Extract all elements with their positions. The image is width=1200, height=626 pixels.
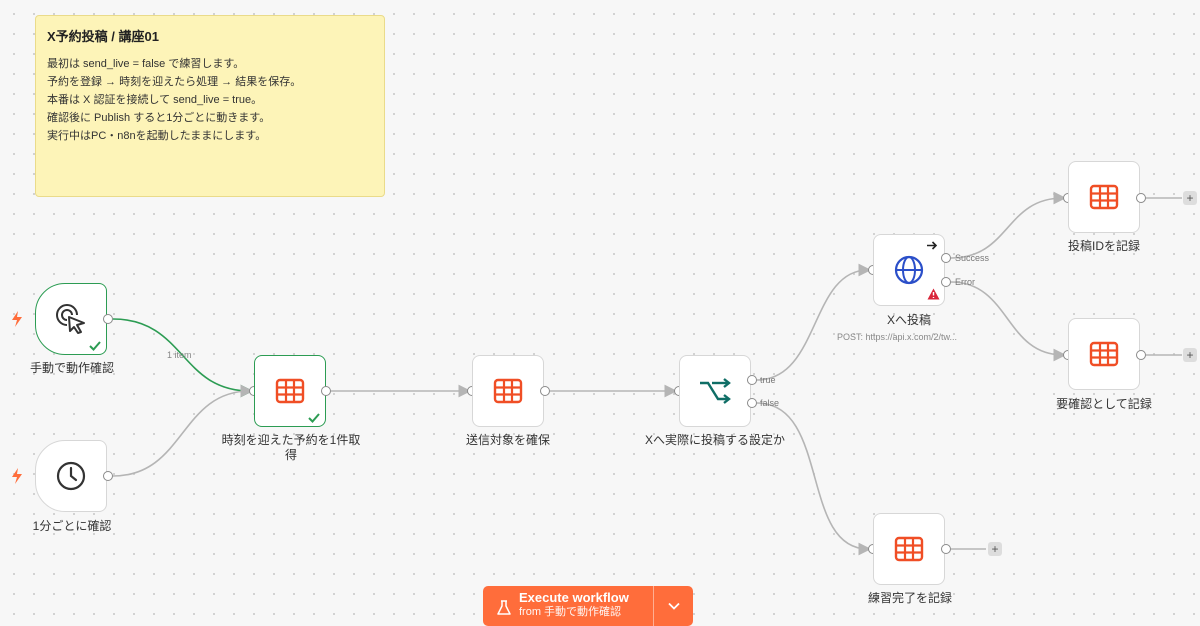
node-label: Xへ投稿	[886, 313, 931, 327]
add-node-button[interactable]: +	[988, 542, 1002, 556]
output-handle[interactable]	[1136, 350, 1146, 360]
node-manual-trigger[interactable]	[35, 283, 107, 355]
connections-layer	[112, 191, 1182, 556]
output-handle-success[interactable]	[941, 253, 951, 263]
trigger-bolt-icon	[12, 468, 22, 484]
output-handle[interactable]	[540, 386, 550, 396]
table-icon	[1089, 184, 1119, 210]
node-label: 要確認として記録	[1056, 397, 1152, 411]
node-record-practice-done[interactable]	[873, 513, 945, 585]
output-handle[interactable]	[103, 471, 113, 481]
table-icon	[275, 378, 305, 404]
node-label: 送信対象を確保	[465, 433, 550, 447]
execute-options-dropdown[interactable]	[654, 586, 693, 626]
output-handle[interactable]	[321, 386, 331, 396]
add-node-button[interactable]: +	[1183, 348, 1197, 362]
execute-workflow-main[interactable]: Execute workflow from 手動で動作確認	[483, 586, 653, 626]
node-label: 手動で動作確認	[29, 361, 114, 375]
execute-workflow-title: Execute workflow	[519, 590, 629, 605]
table-icon	[1089, 341, 1119, 367]
output-label-false: false	[760, 398, 780, 408]
output-handle[interactable]	[941, 544, 951, 554]
branch-switch-icon	[700, 378, 731, 404]
node-if-send-live[interactable]	[679, 355, 751, 427]
success-check-icon	[89, 341, 101, 351]
output-handle[interactable]	[1136, 193, 1146, 203]
output-label-success: Success	[955, 253, 990, 263]
success-check-icon	[308, 413, 320, 423]
clock-icon	[56, 461, 86, 491]
output-handle[interactable]	[103, 314, 113, 324]
node-secure-target[interactable]	[472, 355, 544, 427]
globe-icon	[894, 255, 924, 285]
cursor-click-icon	[56, 304, 85, 334]
add-node-button[interactable]: +	[1183, 191, 1197, 205]
execute-workflow-button[interactable]: Execute workflow from 手動で動作確認	[483, 586, 693, 626]
node-subtitle: POST: https://api.x.com/2/tw...	[837, 332, 958, 342]
arrow-right-icon	[927, 241, 938, 250]
node-label: 1分ごとに確認	[32, 519, 112, 533]
node-label-line: 時刻を迎えた予約を1件取	[221, 433, 361, 447]
output-handle-false[interactable]	[747, 398, 757, 408]
node-fetch-due-post[interactable]	[254, 355, 326, 427]
node-schedule-trigger[interactable]	[35, 440, 107, 512]
node-post-to-x[interactable]	[873, 234, 945, 306]
node-label: 練習完了を記録	[867, 591, 952, 605]
edge-if-false-practice	[756, 402, 872, 556]
chevron-down-icon	[667, 602, 680, 610]
execute-workflow-subtitle: from 手動で動作確認	[519, 606, 622, 618]
table-icon	[493, 378, 523, 404]
flask-icon	[497, 600, 511, 615]
trigger-bolt-icon	[12, 311, 22, 327]
warning-icon	[927, 288, 940, 300]
node-label-line: 得	[284, 448, 297, 462]
node-label: Xへ実際に投稿する設定か	[644, 433, 785, 447]
edge-item-count: 1 item	[167, 350, 192, 360]
table-icon	[894, 536, 924, 562]
node-label: 投稿IDを記録	[1067, 239, 1140, 253]
node-record-post-id[interactable]	[1068, 161, 1140, 233]
output-handle-true[interactable]	[747, 375, 757, 385]
output-handle-error[interactable]	[941, 277, 951, 287]
node-record-needs-check[interactable]	[1068, 318, 1140, 390]
output-label-true: true	[760, 375, 776, 385]
output-label-error: Error	[955, 277, 975, 287]
node-label: 時刻を迎えた予約を1件取 得	[210, 433, 372, 463]
